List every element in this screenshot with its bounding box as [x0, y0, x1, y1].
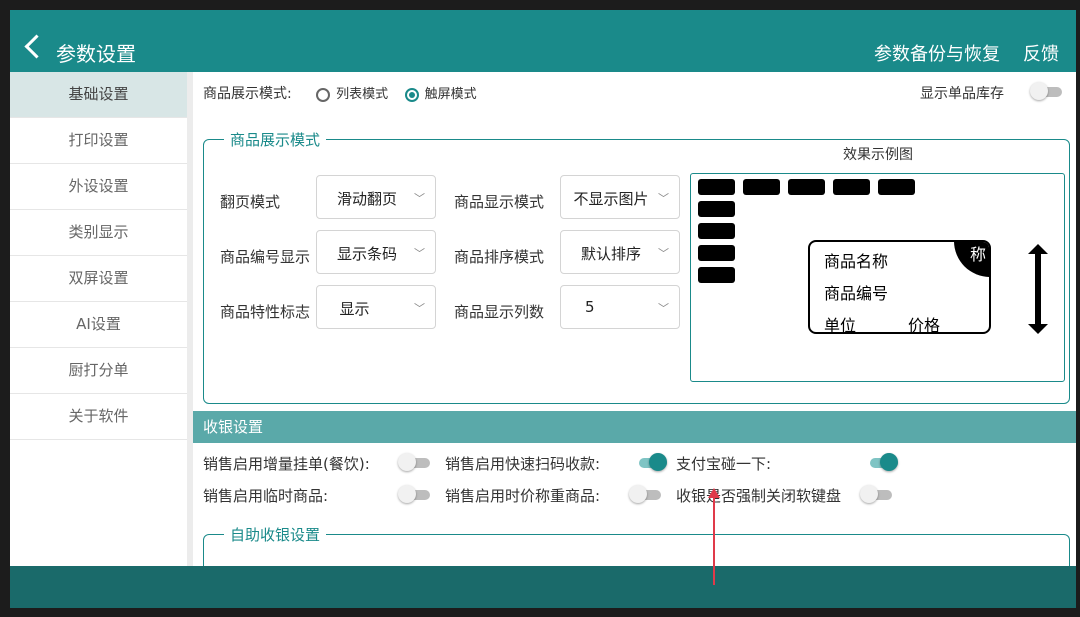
preview-block	[878, 179, 915, 195]
sidebar-item-peripherals[interactable]: 外设设置	[10, 164, 187, 210]
radio-list-mode[interactable]: 列表模式	[316, 86, 388, 102]
preview-title: 效果示例图	[843, 147, 913, 163]
quick-scan-label: 销售启用快速扫码收款:	[445, 455, 601, 473]
preview-block	[698, 201, 735, 217]
bottom-bar	[10, 566, 1076, 608]
radio-list-label: 列表模式	[336, 87, 389, 102]
cashier-section-header: 收银设置	[193, 411, 1076, 443]
temp-product-toggle[interactable]	[398, 485, 430, 503]
app-window: 参数设置 参数备份与恢复 反馈 基础设置 打印设置 外设设置 类别显示 双屏设置…	[10, 10, 1076, 608]
preview-code: 商品编号	[824, 284, 889, 303]
columns-label: 商品显示列数	[454, 303, 545, 321]
self-checkout-group: 自助收银设置	[203, 524, 1070, 566]
annotation-arrow-line	[713, 492, 715, 585]
product-display-legend: 商品展示模式	[230, 131, 321, 149]
temp-product-label: 销售启用临时商品:	[203, 487, 329, 505]
incremental-order-label: 销售启用增量挂单(餐饮):	[203, 455, 370, 473]
product-display-mode-dropdown[interactable]: 不显示图片 ﹀	[560, 175, 680, 219]
page-mode-dropdown[interactable]: 滑动翻页 ﹀	[316, 175, 436, 219]
radio-touch-label: 触屏模式	[424, 87, 477, 102]
preview-block	[788, 179, 825, 195]
weigh-badge: 称	[954, 242, 989, 277]
radio-off-icon	[316, 88, 331, 102]
chevron-down-icon: ﹀	[414, 302, 425, 315]
radio-on-icon	[404, 88, 419, 102]
alipay-tap-toggle[interactable]	[866, 453, 898, 471]
sidebar-item-dual-screen[interactable]: 双屏设置	[10, 256, 187, 302]
preview-block	[698, 223, 735, 239]
self-checkout-legend: 自助收银设置	[230, 526, 321, 544]
chevron-down-icon: ﹀	[414, 192, 425, 205]
radio-touch-mode[interactable]: 触屏模式	[404, 86, 477, 102]
show-stock-toggle[interactable]	[1030, 82, 1062, 100]
sidebar-item-basic[interactable]: 基础设置	[10, 72, 187, 118]
sidebar: 基础设置 打印设置 外设设置 类别显示 双屏设置 AI设置 厨打分单 关于软件	[10, 72, 193, 566]
display-mode-label: 商品展示模式:	[203, 86, 292, 102]
preview-name: 商品名称	[824, 252, 889, 271]
product-display-mode-value: 不显示图片	[573, 190, 649, 208]
show-stock-label: 显示单品库存	[920, 86, 1004, 102]
sort-mode-value: 默认排序	[580, 245, 641, 263]
weighted-price-label: 销售启用时价称重商品:	[445, 487, 601, 505]
quick-scan-toggle[interactable]	[635, 453, 667, 471]
backup-restore-button[interactable]: 参数备份与恢复	[874, 40, 1000, 66]
alipay-tap-label: 支付宝碰一下:	[676, 455, 772, 473]
feature-flag-label: 商品特性标志	[220, 303, 311, 321]
sidebar-item-print[interactable]: 打印设置	[10, 118, 187, 164]
preview-box: 商品名称 商品编号 单位 价格 称	[690, 173, 1065, 382]
preview-block	[698, 267, 735, 283]
sidebar-item-category[interactable]: 类别显示	[10, 210, 187, 256]
close-keyboard-toggle[interactable]	[860, 485, 892, 503]
preview-block	[833, 179, 870, 195]
sort-mode-label: 商品排序模式	[454, 248, 545, 266]
settings-panel: 商品展示模式: 列表模式 触屏模式 显示单品库存 商品展示模式 翻页模式 滑动翻…	[193, 72, 1076, 566]
chevron-down-icon: ﹀	[658, 192, 669, 205]
feedback-button[interactable]: 反馈	[1023, 40, 1059, 66]
columns-value: 5	[585, 298, 595, 316]
weigh-badge-label: 称	[969, 245, 986, 264]
chevron-down-icon: ﹀	[658, 302, 669, 315]
chevron-down-icon: ﹀	[658, 247, 669, 260]
product-code-dropdown[interactable]: 显示条码 ﹀	[316, 230, 436, 274]
feature-flag-value: 显示	[339, 300, 370, 318]
preview-price: 价格	[908, 316, 941, 334]
preview-block	[698, 179, 735, 195]
product-code-label: 商品编号显示	[220, 248, 311, 266]
back-chevron-icon[interactable]	[24, 34, 49, 59]
chevron-down-icon: ﹀	[414, 247, 425, 260]
preview-block	[743, 179, 780, 195]
preview-product-card: 商品名称 商品编号 单位 价格 称	[808, 240, 991, 334]
sidebar-item-ai[interactable]: AI设置	[10, 302, 187, 348]
sidebar-item-about[interactable]: 关于软件	[10, 394, 187, 440]
feature-flag-dropdown[interactable]: 显示 ﹀	[316, 285, 436, 329]
page-mode-label: 翻页模式	[220, 193, 281, 211]
columns-dropdown[interactable]: 5 ﹀	[560, 285, 680, 329]
scroll-arrow-icon	[1028, 244, 1048, 334]
page-mode-value: 滑动翻页	[336, 190, 397, 208]
preview-unit: 单位	[824, 316, 857, 334]
annotation-arrow-head-icon	[708, 488, 720, 498]
display-mode-row: 商品展示模式: 列表模式 触屏模式	[203, 83, 477, 103]
close-keyboard-label: 收银是否强制关闭软键盘	[676, 487, 842, 505]
sidebar-item-kitchen[interactable]: 厨打分单	[10, 348, 187, 394]
product-display-mode-label: 商品显示模式	[454, 193, 545, 211]
sort-mode-dropdown[interactable]: 默认排序 ﹀	[560, 230, 680, 274]
page-title: 参数设置	[56, 42, 136, 66]
incremental-order-toggle[interactable]	[398, 453, 430, 471]
product-code-value: 显示条码	[336, 245, 397, 263]
preview-block	[698, 245, 735, 261]
weighted-price-toggle[interactable]	[629, 485, 661, 503]
top-bar: 参数设置 参数备份与恢复 反馈	[10, 10, 1076, 72]
